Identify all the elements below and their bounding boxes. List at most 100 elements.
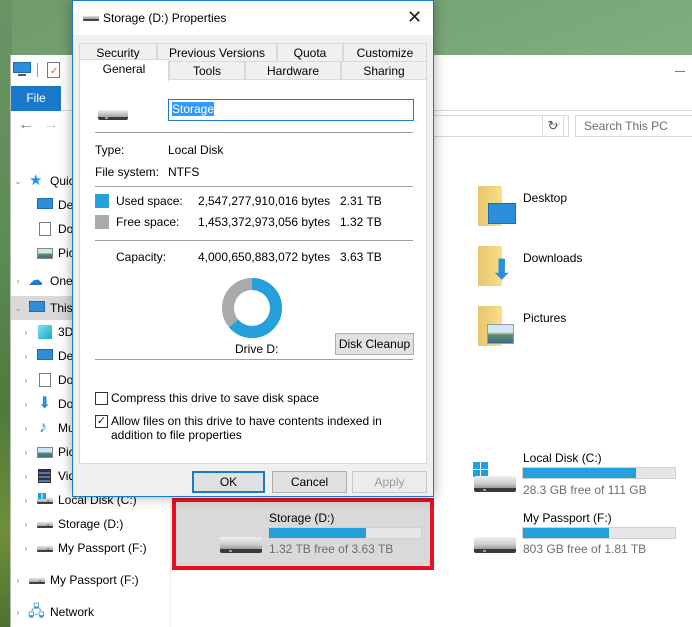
- chevron-right-icon[interactable]: ›: [21, 368, 31, 392]
- drive-icon: [37, 546, 53, 552]
- disk-usage-donut: [220, 276, 284, 340]
- chevron-down-icon[interactable]: ⌄: [13, 169, 23, 193]
- chevron-right-icon[interactable]: ›: [21, 464, 31, 488]
- properties-dialog: Storage (D:) Properties ✕ Security Previ…: [72, 0, 434, 497]
- tab-customize[interactable]: Customize: [343, 43, 427, 63]
- pictures-icon: [37, 447, 53, 458]
- nav-item-network[interactable]: › 🖧 Network: [11, 600, 171, 624]
- pictures-icon: [37, 248, 53, 259]
- windows-logo-icon: [473, 462, 488, 477]
- drive-icon: [474, 537, 516, 553]
- forward-arrow-icon[interactable]: →: [43, 116, 59, 134]
- drive-free-text: 28.3 GB free of 111 GB: [523, 483, 647, 497]
- folder-label[interactable]: Desktop: [523, 191, 567, 205]
- separator: [95, 132, 413, 133]
- drive-usage-fill: [523, 468, 637, 478]
- refresh-icon[interactable]: ↻: [542, 115, 564, 137]
- downloads-folder-icon: ⬇: [490, 254, 514, 285]
- tab-previous-versions[interactable]: Previous Versions: [157, 43, 277, 63]
- file-tab[interactable]: File: [11, 86, 61, 111]
- drive-icon: [83, 16, 99, 21]
- free-space-bytes: 1,453,372,973,056 bytes: [198, 215, 331, 229]
- free-space-size: 1.32 TB: [340, 215, 382, 229]
- nav-item-my-passport-f-root[interactable]: › My Passport (F:): [11, 568, 171, 592]
- folder-label[interactable]: Pictures: [523, 311, 566, 325]
- tab-tools[interactable]: Tools: [169, 61, 245, 81]
- free-space-swatch: [95, 215, 109, 229]
- index-checkbox[interactable]: ✓: [95, 415, 108, 428]
- back-arrow-icon[interactable]: ←: [18, 116, 34, 134]
- chevron-right-icon[interactable]: ›: [21, 488, 31, 512]
- chevron-right-icon[interactable]: ›: [13, 600, 23, 624]
- drive-name-value: Storage: [172, 102, 215, 116]
- nav-label: My Passport (F:): [50, 573, 139, 587]
- drive-usage-fill: [523, 528, 610, 538]
- documents-icon: [39, 222, 51, 236]
- folder-downloads[interactable]: ⬇: [478, 246, 514, 288]
- chevron-right-icon[interactable]: ›: [21, 416, 31, 440]
- chevron-down-icon[interactable]: ⌄: [13, 296, 23, 320]
- folder-label[interactable]: Downloads: [523, 251, 582, 265]
- music-icon: ♪: [39, 419, 47, 436]
- close-icon[interactable]: ✕: [407, 7, 422, 27]
- windows-drive-icon: [37, 493, 53, 504]
- properties-icon[interactable]: ✓: [47, 62, 60, 78]
- chevron-right-icon[interactable]: ›: [21, 392, 31, 416]
- drive-usage-bar: [522, 527, 676, 539]
- tab-quota[interactable]: Quota: [277, 43, 343, 63]
- nav-label: Quic: [50, 174, 75, 188]
- drive-icon: [37, 522, 53, 528]
- disk-cleanup-button[interactable]: Disk Cleanup: [335, 333, 414, 355]
- chevron-right-icon[interactable]: ›: [21, 320, 31, 344]
- compress-checkbox[interactable]: [95, 392, 108, 405]
- cancel-button[interactable]: Cancel: [272, 471, 347, 493]
- desktop-folder-icon: [488, 203, 516, 224]
- nav-label: Network: [50, 605, 95, 619]
- drive-name: Local Disk (C:): [523, 451, 602, 465]
- file-system-value: NTFS: [168, 165, 200, 179]
- toolbar-separator: [37, 63, 38, 77]
- tab-hardware[interactable]: Hardware: [245, 61, 341, 81]
- general-tab-panel: Storage Type: Local Disk File system: NT…: [79, 79, 427, 464]
- ok-button[interactable]: OK: [192, 471, 265, 493]
- nav-label: My Passport (F:): [58, 541, 147, 555]
- folder-pictures[interactable]: [478, 306, 514, 348]
- nav-item-storage-d[interactable]: › Storage (D:): [11, 512, 171, 536]
- chevron-right-icon[interactable]: ›: [13, 568, 23, 592]
- chevron-right-icon[interactable]: ›: [13, 269, 23, 293]
- minimize-icon[interactable]: [675, 71, 685, 72]
- chevron-right-icon[interactable]: ›: [21, 536, 31, 560]
- tab-sharing[interactable]: Sharing: [341, 61, 427, 81]
- nav-label: This: [50, 301, 73, 315]
- drive-name-input[interactable]: Storage: [168, 99, 414, 121]
- tab-general[interactable]: General: [79, 59, 169, 81]
- nav-item-my-passport-f[interactable]: › My Passport (F:): [11, 536, 171, 560]
- capacity-size: 3.63 TB: [340, 250, 382, 264]
- apply-button[interactable]: Apply: [352, 471, 427, 493]
- separator: [95, 186, 413, 187]
- separator: [95, 240, 413, 241]
- index-label: Allow files on this drive to have conten…: [111, 414, 382, 442]
- nav-label: One: [50, 274, 73, 288]
- drive-icon: [29, 578, 45, 584]
- chevron-right-icon[interactable]: ›: [21, 512, 31, 536]
- onedrive-icon: ☁: [28, 272, 43, 289]
- folder-desktop[interactable]: [478, 186, 516, 228]
- search-input[interactable]: Search This PC: [575, 115, 692, 137]
- capacity-bytes: 4,000,650,883,072 bytes: [198, 250, 331, 264]
- videos-icon: [38, 469, 51, 483]
- dialog-title-bar[interactable]: Storage (D:) Properties ✕: [73, 1, 433, 35]
- chevron-right-icon[interactable]: ›: [21, 440, 31, 464]
- documents-icon: [39, 373, 51, 387]
- free-space-label: Free space:: [116, 215, 180, 229]
- 3d-objects-icon: [38, 325, 52, 339]
- used-space-bytes: 2,547,277,910,016 bytes: [198, 194, 331, 208]
- used-space-label: Used space:: [116, 194, 183, 208]
- drive-icon: [474, 476, 516, 492]
- this-pc-icon: [29, 301, 45, 312]
- chevron-right-icon[interactable]: ›: [21, 344, 31, 368]
- red-highlight-annotation: [172, 498, 434, 570]
- drive-label: Drive D:: [235, 342, 279, 356]
- type-value: Local Disk: [168, 143, 224, 157]
- compress-label: Compress this drive to save disk space: [111, 391, 320, 405]
